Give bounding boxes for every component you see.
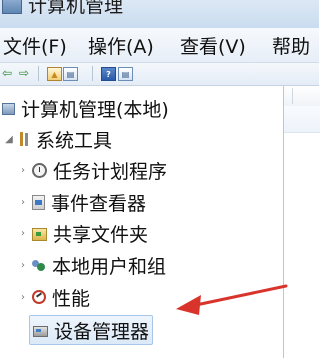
tree-item-device-manager[interactable]: 设备管理器 xyxy=(29,315,154,345)
forward-arrow-icon[interactable]: ⇨ xyxy=(17,66,31,80)
list-item[interactable] xyxy=(284,106,320,133)
tree-item-local-users-groups[interactable]: › 本地用户和组 xyxy=(18,250,166,280)
computer-management-icon xyxy=(2,0,22,14)
show-hide-tree-icon[interactable]: ▤ xyxy=(63,67,78,81)
event-viewer-icon xyxy=(32,194,45,210)
toolbar-separator xyxy=(38,66,39,81)
performance-icon xyxy=(32,290,46,304)
tree-item-label: 性能 xyxy=(52,287,91,310)
expand-chevron-icon[interactable]: › xyxy=(18,260,28,271)
tree-root-label: 计算机管理(本地) xyxy=(21,98,169,121)
menu-help[interactable]: 帮助 xyxy=(272,32,310,59)
tree-item-label: 设备管理器 xyxy=(54,320,150,343)
console-tree: 计算机管理(本地) ◢ 系统工具 › 任务计划程序 › 事件查看器 › 共享文件… xyxy=(0,86,282,358)
menu-file[interactable]: 文件(F) xyxy=(3,32,67,59)
tree-item-task-scheduler[interactable]: › 任务计划程序 xyxy=(18,155,167,185)
back-arrow-icon[interactable]: ⇦ xyxy=(0,66,14,80)
window-title: 计算机管理 xyxy=(28,0,124,17)
task-scheduler-icon xyxy=(32,162,47,178)
tree-item-label: 本地用户和组 xyxy=(52,255,167,278)
tree-item-label: 任务计划程序 xyxy=(53,160,168,183)
shared-folders-icon xyxy=(32,227,47,241)
tree-root[interactable]: 计算机管理(本地) xyxy=(2,93,169,123)
title-bar: 计算机管理 xyxy=(0,0,319,28)
system-tools-icon xyxy=(18,132,30,146)
expand-chevron-icon[interactable]: › xyxy=(18,292,28,303)
tree-item-performance[interactable]: › 性能 xyxy=(18,282,90,312)
menu-action[interactable]: 操作(A) xyxy=(88,32,154,59)
tree-item-label: 系统工具 xyxy=(36,129,113,152)
toolbar-separator xyxy=(92,66,93,81)
expand-chevron-icon[interactable]: › xyxy=(18,228,28,239)
computer-management-icon xyxy=(2,103,15,115)
device-manager-icon xyxy=(33,326,48,337)
expanded-triangle-icon[interactable]: ◢ xyxy=(4,134,14,145)
tree-item-label: 共享文件夹 xyxy=(53,223,149,246)
properties-icon[interactable]: ▤ xyxy=(118,67,133,81)
column-header[interactable] xyxy=(284,86,320,107)
help-icon[interactable]: ? xyxy=(101,67,116,81)
expand-chevron-icon[interactable]: › xyxy=(18,165,28,176)
menu-bar: 文件(F) 操作(A) 查看(V) 帮助 xyxy=(0,28,319,63)
up-level-icon[interactable]: ▲ xyxy=(47,67,62,81)
toolbar: ⇦ ⇨ ▲ ▤ ? ▤ xyxy=(0,63,319,86)
tree-item-shared-folders[interactable]: › 共享文件夹 xyxy=(18,218,148,248)
details-pane xyxy=(283,86,320,358)
expand-chevron-icon[interactable]: › xyxy=(18,197,28,208)
tree-item-label: 事件查看器 xyxy=(51,192,147,215)
menu-view[interactable]: 查看(V) xyxy=(180,32,246,59)
tree-item-system-tools[interactable]: ◢ 系统工具 xyxy=(4,124,112,154)
local-users-groups-icon xyxy=(32,258,46,272)
tree-item-event-viewer[interactable]: › 事件查看器 xyxy=(18,187,146,217)
